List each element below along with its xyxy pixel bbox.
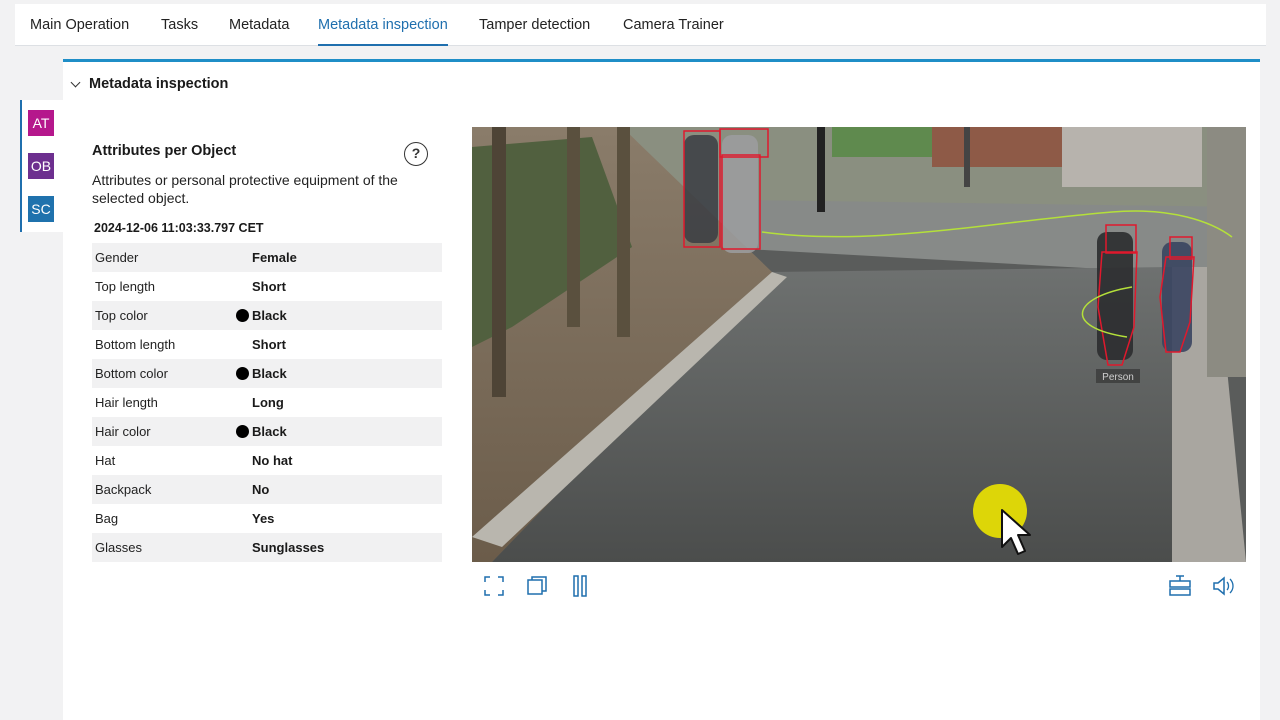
table-row: Top color Black — [92, 301, 442, 330]
top-navigation: Main Operation Tasks Metadata Metadata i… — [15, 4, 1266, 46]
attribute-name: Bag — [95, 511, 119, 526]
section-title: Metadata inspection — [89, 76, 229, 92]
attribute-name: Hair length — [95, 395, 158, 410]
attribute-name: Backpack — [95, 482, 152, 497]
attribute-value: Sunglasses — [252, 540, 324, 555]
timestamp: 2024-12-06 11:03:33.797 CET — [94, 221, 264, 235]
attribute-value: Black — [236, 424, 287, 439]
color-swatch — [236, 425, 249, 438]
wall — [1207, 127, 1246, 377]
video-viewer[interactable]: Person — [472, 127, 1246, 562]
object-label: Person — [1102, 372, 1134, 383]
attribute-value-text: Short — [252, 337, 286, 352]
attribute-value-text: Black — [252, 308, 287, 323]
attribute-value: Female — [252, 250, 297, 265]
sidebar-item-sc[interactable]: SC — [28, 196, 54, 222]
table-row: Hat No hat — [92, 446, 442, 475]
attribute-value: No — [252, 482, 269, 497]
attribute-value-text: Yes — [252, 511, 275, 526]
attribute-name: Top color — [95, 308, 148, 323]
volume-icon[interactable] — [1210, 573, 1236, 599]
attribute-value: No hat — [252, 453, 292, 468]
tab-metadata[interactable]: Metadata — [229, 4, 289, 46]
popout-icon[interactable] — [524, 573, 550, 599]
attributes-table: Gender Female Top length Short Top color… — [92, 243, 442, 562]
table-row: Hair color Black — [92, 417, 442, 446]
attribute-value-text: Short — [252, 279, 286, 294]
fullscreen-icon[interactable] — [481, 573, 507, 599]
attribute-value-text: No — [252, 482, 270, 497]
table-row: Bottom length Short — [92, 330, 442, 359]
tree-trunk — [617, 127, 630, 337]
table-row: Top length Short — [92, 272, 442, 301]
attribute-value-text: Sunglasses — [252, 540, 325, 555]
attribute-value-text: Black — [252, 424, 287, 439]
attribute-value: Black — [236, 366, 287, 381]
table-row: Glasses Sunglasses — [92, 533, 442, 562]
attribute-value: Yes — [252, 511, 274, 526]
pedestrian[interactable] — [722, 135, 758, 253]
table-row: Bag Yes — [92, 504, 442, 533]
brick-building — [932, 127, 1062, 167]
attribute-value-text: Long — [252, 395, 284, 410]
table-row: Bottom color Black — [92, 359, 442, 388]
bollard — [817, 127, 825, 212]
tab-tasks[interactable]: Tasks — [161, 4, 198, 46]
hedge — [832, 127, 932, 157]
attribute-value: Short — [252, 337, 286, 352]
panel-title: Attributes per Object — [92, 143, 237, 159]
tab-camera-trainer[interactable]: Camera Trainer — [623, 4, 724, 46]
attribute-value: Black — [236, 308, 287, 323]
color-swatch — [236, 367, 249, 380]
help-icon[interactable]: ? — [404, 142, 428, 166]
attribute-value-text: No hat — [252, 453, 293, 468]
attribute-value: Short — [252, 279, 286, 294]
table-row: Backpack No — [92, 475, 442, 504]
sidebar-item-ob[interactable]: OB — [28, 153, 54, 179]
color-swatch — [236, 309, 249, 322]
camera-frame[interactable]: Person — [472, 127, 1246, 562]
chevron-down-icon[interactable] — [70, 77, 81, 87]
pedestrian[interactable] — [1097, 232, 1133, 360]
tree-trunk — [492, 127, 506, 397]
tab-metadata-inspection[interactable]: Metadata inspection — [318, 4, 448, 46]
sidebar: AT OB SC — [20, 100, 63, 232]
metadata-overlay-icon[interactable] — [1167, 573, 1193, 599]
table-row: Gender Female — [92, 243, 442, 272]
pedestrian[interactable] — [684, 135, 718, 243]
panel-description: Attributes or personal protective equipm… — [92, 172, 398, 206]
attribute-name: Top length — [95, 279, 155, 294]
attribute-value-text: Female — [252, 250, 297, 265]
pole — [964, 127, 970, 187]
section-header[interactable]: Metadata inspection — [63, 62, 1260, 106]
attribute-name: Gender — [95, 250, 139, 265]
attribute-name: Bottom length — [95, 337, 176, 352]
attribute-value-text: Black — [252, 366, 287, 381]
tab-tamper-detection[interactable]: Tamper detection — [479, 4, 590, 46]
sidebar-item-at[interactable]: AT — [28, 110, 54, 136]
pause-icon[interactable] — [567, 573, 593, 599]
attribute-name: Glasses — [95, 540, 142, 555]
building — [1062, 127, 1202, 187]
tab-main-operation[interactable]: Main Operation — [30, 4, 129, 46]
table-row: Hair length Long — [92, 388, 442, 417]
attribute-name: Hat — [95, 453, 116, 468]
attribute-name: Bottom color — [95, 366, 168, 381]
attribute-name: Hair color — [95, 424, 151, 439]
tree-trunk — [567, 127, 580, 327]
attribute-value: Long — [252, 395, 284, 410]
